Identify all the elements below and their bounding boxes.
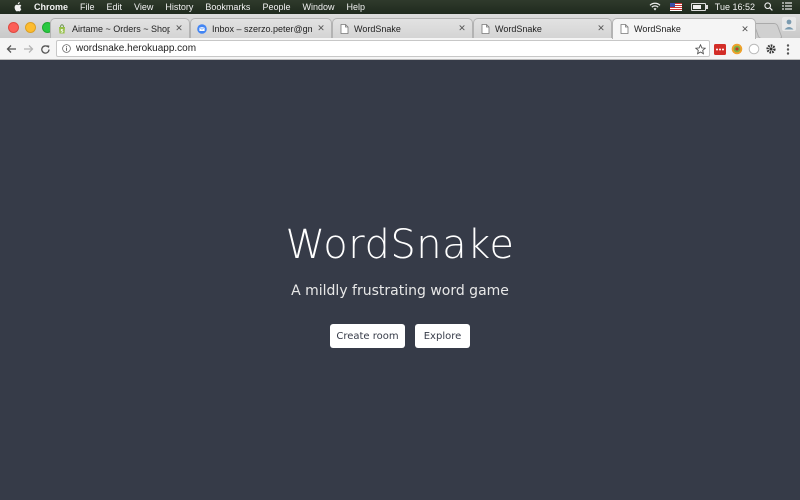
tab-airtame-orders[interactable]: S Airtame ~ Orders ~ Shopify ✕ <box>50 18 190 38</box>
chrome-menu-icon[interactable] <box>781 42 795 56</box>
reload-icon[interactable] <box>38 42 52 56</box>
menu-help[interactable]: Help <box>346 2 365 12</box>
page-icon <box>480 23 490 34</box>
menu-file[interactable]: File <box>80 2 95 12</box>
back-arrow-icon[interactable] <box>4 42 18 56</box>
wifi-icon[interactable] <box>649 2 661 13</box>
tab-wordsnake-2[interactable]: WordSnake ✕ <box>473 18 612 38</box>
svg-text:S: S <box>60 28 63 34</box>
new-tab-button[interactable] <box>753 23 783 39</box>
tab-inbox-gmail[interactable]: Inbox – szerzo.peter@gmail.co ✕ <box>190 18 332 38</box>
menu-edit[interactable]: Edit <box>107 2 123 12</box>
close-window-button[interactable] <box>8 22 19 33</box>
forward-arrow-icon[interactable] <box>21 42 35 56</box>
tab-title: WordSnake <box>354 23 401 34</box>
page-icon <box>619 24 629 34</box>
spotlight-search-icon[interactable] <box>764 1 773 13</box>
tab-close-icon[interactable]: ✕ <box>316 23 326 34</box>
page-title: WordSnake <box>285 222 515 268</box>
page-subtitle: A mildly frustrating word game <box>291 283 509 299</box>
tab-close-icon[interactable]: ✕ <box>174 23 184 34</box>
tab-wordsnake-1[interactable]: WordSnake ✕ <box>332 18 473 38</box>
tab-title: WordSnake <box>495 23 542 34</box>
apple-logo-icon[interactable] <box>10 2 24 12</box>
tab-title: Airtame ~ Orders ~ Shopify <box>72 23 170 34</box>
menu-bar-clock[interactable]: Tue 16:52 <box>715 2 755 12</box>
notification-center-icon[interactable] <box>782 2 792 12</box>
gear-extension-icon[interactable] <box>764 42 778 56</box>
menu-history[interactable]: History <box>165 2 193 12</box>
page-icon <box>339 23 349 34</box>
browser-toolbar: wordsnake.herokuapp.com <box>0 38 800 60</box>
site-info-icon[interactable] <box>62 44 71 53</box>
inbox-envelope-icon <box>197 23 207 34</box>
address-bar[interactable]: wordsnake.herokuapp.com <box>56 40 710 57</box>
tab-close-icon[interactable]: ✕ <box>740 24 750 35</box>
menu-app-chrome[interactable]: Chrome <box>34 2 68 12</box>
us-flag-input-source-icon[interactable] <box>669 3 682 11</box>
lastpass-extension-icon[interactable] <box>713 42 727 56</box>
circle-extension-icon[interactable] <box>747 42 761 56</box>
shopify-bag-icon: S <box>57 23 67 34</box>
menu-bar-status-area: Tue 16:52 <box>649 0 792 14</box>
tab-title: WordSnake <box>634 24 681 34</box>
tab-strip: S Airtame ~ Orders ~ Shopify ✕ Inbox – s… <box>0 14 800 39</box>
tab-title: Inbox – szerzo.peter@gmail.co <box>212 23 312 34</box>
address-bar-url: wordsnake.herokuapp.com <box>76 43 197 54</box>
bookmark-star-icon[interactable] <box>693 42 707 56</box>
tab-wordsnake-active[interactable]: WordSnake ✕ <box>612 18 756 39</box>
explore-button[interactable]: Explore <box>415 324 470 348</box>
menu-bookmarks[interactable]: Bookmarks <box>205 2 250 12</box>
tab-close-icon[interactable]: ✕ <box>596 23 606 34</box>
profile-avatar-icon[interactable] <box>782 17 796 31</box>
window-controls <box>8 22 53 33</box>
menu-people[interactable]: People <box>262 2 290 12</box>
create-room-button[interactable]: Create room <box>330 324 405 348</box>
battery-icon[interactable] <box>690 3 708 11</box>
tab-close-icon[interactable]: ✕ <box>457 23 467 34</box>
macos-menu-bar: Chrome File Edit View History Bookmarks … <box>0 0 800 14</box>
menu-view[interactable]: View <box>134 2 153 12</box>
color-picker-extension-icon[interactable] <box>730 42 744 56</box>
menu-window[interactable]: Window <box>302 2 334 12</box>
page-content: WordSnake A mildly frustrating word game… <box>0 60 800 500</box>
minimize-window-button[interactable] <box>25 22 36 33</box>
screen: Chrome File Edit View History Bookmarks … <box>0 0 800 500</box>
